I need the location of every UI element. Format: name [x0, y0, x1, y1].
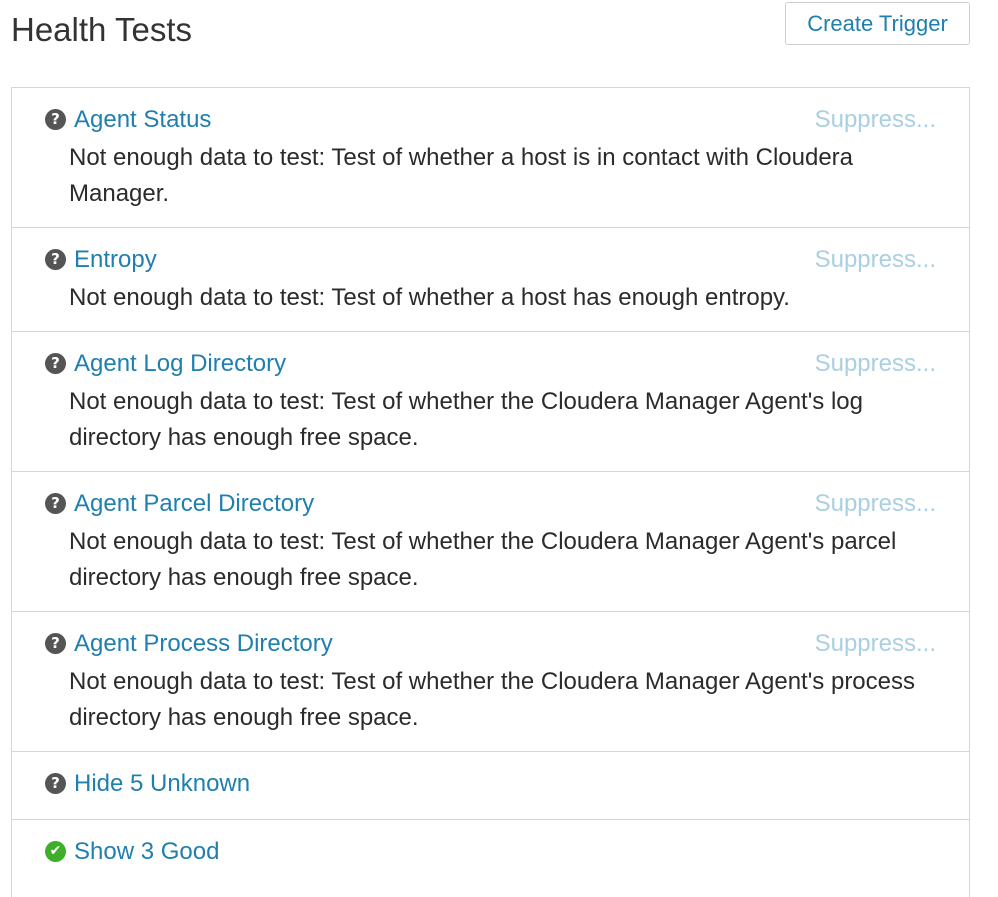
check-circle-icon: ✔ [45, 841, 66, 862]
test-name-link[interactable]: Agent Parcel Directory [74, 489, 314, 519]
question-circle-icon: ? [45, 773, 66, 794]
question-circle-icon: ? [45, 249, 66, 270]
suppress-link[interactable]: Suppress... [815, 629, 936, 659]
test-description: Not enough data to test: Test of whether… [69, 284, 790, 311]
question-circle-icon: ? [45, 109, 66, 130]
test-item-agent-log-directory: ? Agent Log Directory Suppress... Not en… [12, 332, 969, 472]
show-good-row: ✔ Show 3 Good [12, 820, 969, 888]
test-name-link[interactable]: Agent Process Directory [74, 629, 333, 659]
page-title: Health Tests [11, 11, 192, 48]
test-item-agent-parcel-directory: ? Agent Parcel Directory Suppress... Not… [12, 472, 969, 612]
test-item-agent-status: ? Agent Status Suppress... Not enough da… [12, 88, 969, 228]
suppress-link[interactable]: Suppress... [815, 105, 936, 135]
suppress-link[interactable]: Suppress... [815, 489, 936, 519]
question-circle-icon: ? [45, 493, 66, 514]
test-description: Not enough data to test: Test of whether… [69, 144, 854, 207]
test-description: Not enough data to test: Test of whether… [69, 668, 915, 731]
create-trigger-button[interactable]: Create Trigger [785, 2, 970, 45]
test-name-link[interactable]: Agent Status [74, 105, 211, 135]
suppress-link[interactable]: Suppress... [815, 245, 936, 275]
hide-unknown-row: ? Hide 5 Unknown [12, 752, 969, 820]
test-name-link[interactable]: Entropy [74, 245, 157, 275]
test-description: Not enough data to test: Test of whether… [69, 388, 863, 451]
suppress-link[interactable]: Suppress... [815, 349, 936, 379]
hide-unknown-link[interactable]: Hide 5 Unknown [74, 769, 250, 799]
question-circle-icon: ? [45, 353, 66, 374]
health-tests-list: ? Agent Status Suppress... Not enough da… [11, 87, 970, 897]
show-good-link[interactable]: Show 3 Good [74, 837, 219, 867]
test-name-link[interactable]: Agent Log Directory [74, 349, 286, 379]
test-item-entropy: ? Entropy Suppress... Not enough data to… [12, 228, 969, 332]
question-circle-icon: ? [45, 633, 66, 654]
test-item-agent-process-directory: ? Agent Process Directory Suppress... No… [12, 612, 969, 752]
test-description: Not enough data to test: Test of whether… [69, 528, 897, 591]
